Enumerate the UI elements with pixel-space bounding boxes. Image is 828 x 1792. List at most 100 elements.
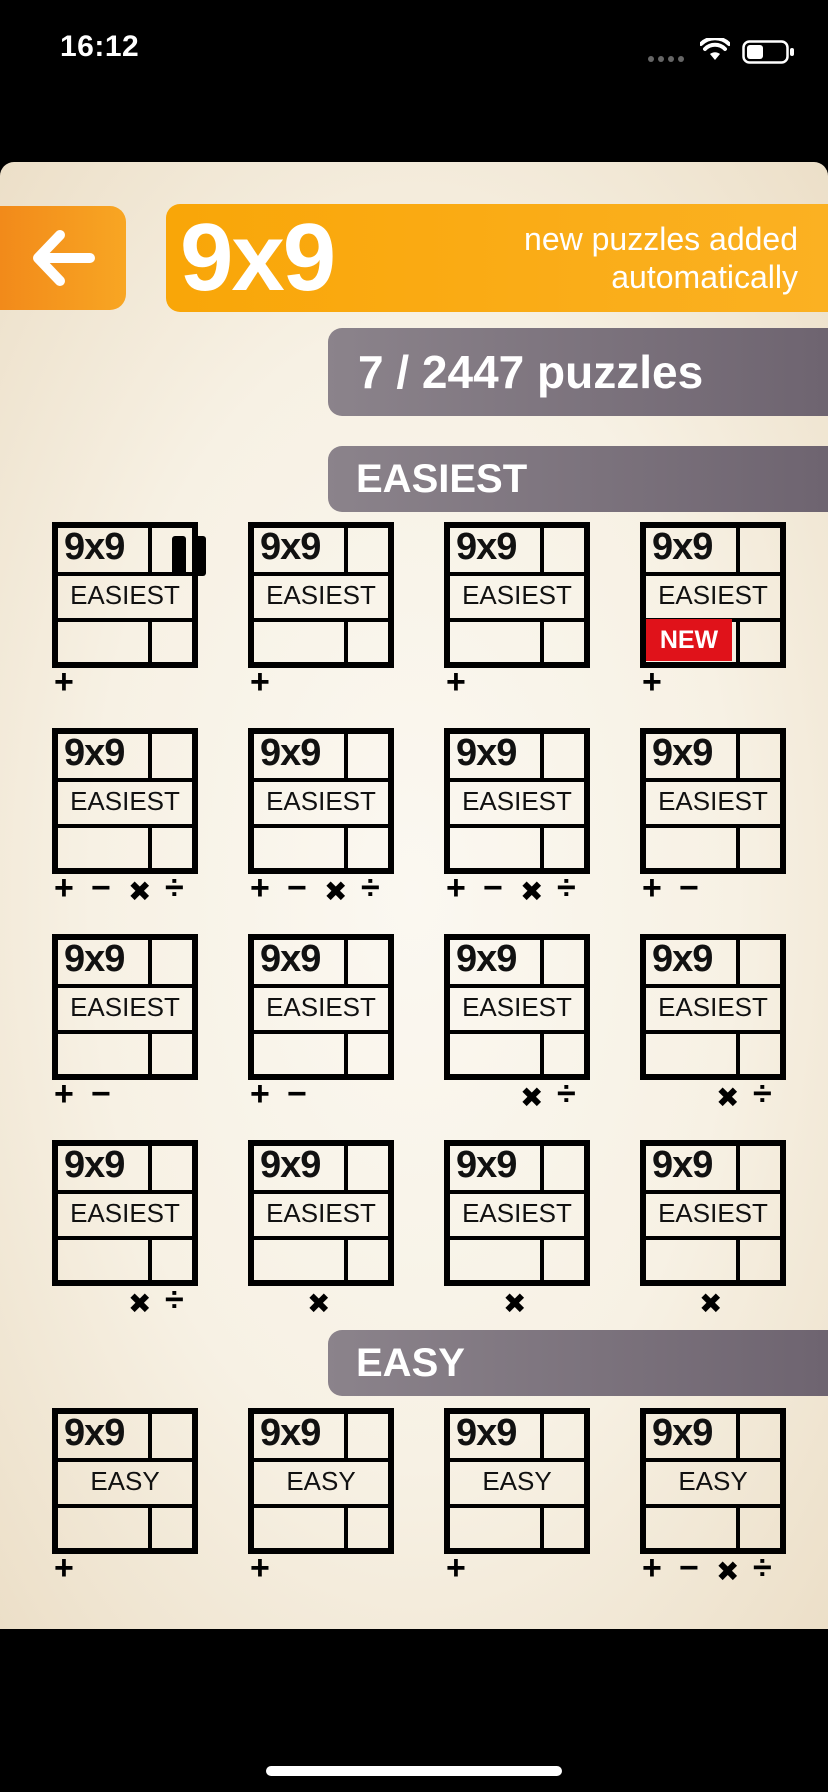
puzzle-tile[interactable]: 9x9 EASIEST + − ✖ ÷ (444, 728, 590, 907)
puzzle-operations: ✖ ÷ (52, 1283, 198, 1319)
puzzle-difficulty-label: EASY (90, 1466, 160, 1496)
divide-icon: ÷ (557, 869, 576, 907)
grid-line (344, 1414, 348, 1460)
grid-line (344, 1146, 348, 1192)
grid-line (736, 1504, 740, 1548)
grid-line (148, 1236, 152, 1280)
puzzle-operations: + (444, 1551, 590, 1585)
section-header-easiest: EASIEST (328, 446, 828, 512)
status-bar: 16:12 (0, 0, 828, 100)
puzzle-difficulty-label: EASIEST (266, 1198, 376, 1228)
grid-line (646, 778, 780, 782)
puzzle-tile[interactable]: 9x9 EASIEST ✖ (444, 1140, 590, 1319)
puzzle-tile[interactable]: 9x9 EASIEST ✖ ÷ (52, 1140, 198, 1319)
puzzle-tile[interactable]: 9x9 EASY + (52, 1408, 198, 1585)
grid-line (646, 1190, 780, 1194)
divide-icon: ÷ (753, 1075, 772, 1113)
puzzle-thumbnail: 9x9 EASY (52, 1408, 198, 1554)
grid-line (736, 1030, 740, 1074)
puzzle-tile[interactable]: 9x9 EASY + (248, 1408, 394, 1585)
puzzle-tile[interactable]: 9x9 EASIEST + (444, 522, 590, 699)
puzzle-difficulty-label: EASIEST (266, 786, 376, 816)
puzzle-operations: + (444, 665, 590, 699)
pause-icon (172, 536, 206, 576)
grid-line (254, 778, 388, 782)
puzzle-thumbnail: 9x9 EASY (640, 1408, 786, 1554)
puzzle-tile[interactable]: 9x9 EASIEST + − ✖ ÷ (52, 728, 198, 907)
grid-line (344, 618, 348, 662)
puzzle-size-label: 9x9 (456, 938, 517, 980)
times-icon: ✖ (520, 876, 544, 907)
grid-line (450, 1458, 584, 1462)
grid-line (58, 1458, 192, 1462)
grid-line (58, 1504, 192, 1508)
grid-line (344, 940, 348, 986)
puzzle-size-label: 9x9 (64, 938, 125, 980)
puzzle-thumbnail: 9x9 EASIEST (248, 1140, 394, 1286)
plus-icon: + (642, 663, 662, 701)
grid-line (646, 824, 780, 828)
puzzle-tile[interactable]: 9x9 EASIEST + − (640, 728, 786, 905)
grid-line (254, 984, 388, 988)
minus-icon: − (679, 1549, 699, 1587)
grid-line (344, 824, 348, 868)
puzzle-tile[interactable]: 9x9 EASIEST + (52, 522, 206, 699)
puzzle-thumbnail: 9x9 EASIEST (248, 728, 394, 874)
puzzle-tile[interactable]: 9x9 EASIEST NEW + (640, 522, 786, 701)
grid-line (450, 778, 584, 782)
battery-icon (742, 40, 794, 64)
puzzle-tile[interactable]: 9x9 EASIEST ✖ ÷ (640, 934, 786, 1113)
puzzle-tile[interactable]: 9x9 EASIEST + − (248, 934, 394, 1113)
puzzle-tile[interactable]: 9x9 EASIEST ✖ (640, 1140, 786, 1319)
puzzle-difficulty-label: EASY (482, 1466, 552, 1496)
puzzle-count: 7 / 2447 puzzles (328, 328, 828, 416)
puzzle-tile[interactable]: 9x9 EASIEST + (248, 522, 394, 699)
grid-line (58, 1190, 192, 1194)
puzzle-thumbnail: 9x9 EASIEST NEW (640, 522, 786, 668)
puzzle-tile[interactable]: 9x9 EASIEST ✖ (248, 1140, 394, 1319)
grid-line (148, 1414, 152, 1460)
puzzle-difficulty-label: EASIEST (266, 992, 376, 1022)
times-icon: ✖ (699, 1288, 723, 1319)
grid-line (450, 1030, 584, 1034)
plus-icon: + (250, 1075, 270, 1113)
puzzle-tile[interactable]: 9x9 EASIEST ✖ ÷ (444, 934, 590, 1113)
grid-line (450, 1190, 584, 1194)
puzzle-difficulty-label: EASIEST (658, 1198, 768, 1228)
minus-icon: − (483, 869, 503, 907)
puzzle-tile[interactable]: 9x9 EASY + − ✖ ÷ (640, 1408, 786, 1587)
plus-icon: + (446, 663, 466, 701)
puzzle-size-label: 9x9 (64, 526, 125, 568)
times-icon: ✖ (520, 1082, 544, 1113)
back-button[interactable] (0, 206, 126, 310)
puzzle-size-label: 9x9 (652, 1412, 713, 1454)
puzzle-thumbnail: 9x9 EASY (444, 1408, 590, 1554)
grid-line (540, 1504, 544, 1548)
grid-line (254, 1030, 388, 1034)
puzzle-difficulty-label: EASIEST (462, 580, 572, 610)
puzzle-thumbnail: 9x9 EASIEST (52, 934, 198, 1080)
puzzle-tile[interactable]: 9x9 EASY + (444, 1408, 590, 1585)
puzzle-tile[interactable]: 9x9 EASIEST + − (52, 934, 198, 1111)
times-icon: ✖ (128, 1288, 152, 1319)
grid-line (646, 1236, 780, 1240)
grid-line (540, 1146, 544, 1192)
section-header-easy: EASY (328, 1330, 828, 1396)
back-arrow-icon (33, 230, 95, 286)
auto-add-note: new puzzles added automatically (524, 221, 798, 295)
minus-icon: − (91, 869, 111, 907)
divide-icon: ÷ (753, 1549, 772, 1587)
puzzle-difficulty-label: EASIEST (70, 786, 180, 816)
grid-line (646, 1504, 780, 1508)
grid-line (646, 984, 780, 988)
puzzle-operations: + − ✖ ÷ (444, 871, 590, 907)
puzzle-operations: + (52, 1551, 198, 1585)
plus-icon: + (446, 869, 466, 907)
puzzle-difficulty-label: EASIEST (266, 580, 376, 610)
grid-line (736, 528, 740, 574)
puzzle-operations: + (248, 665, 394, 699)
grid-line (148, 734, 152, 780)
puzzle-size-label: 9x9 (260, 1144, 321, 1186)
minus-icon: − (287, 1075, 307, 1113)
puzzle-tile[interactable]: 9x9 EASIEST + − ✖ ÷ (248, 728, 394, 907)
